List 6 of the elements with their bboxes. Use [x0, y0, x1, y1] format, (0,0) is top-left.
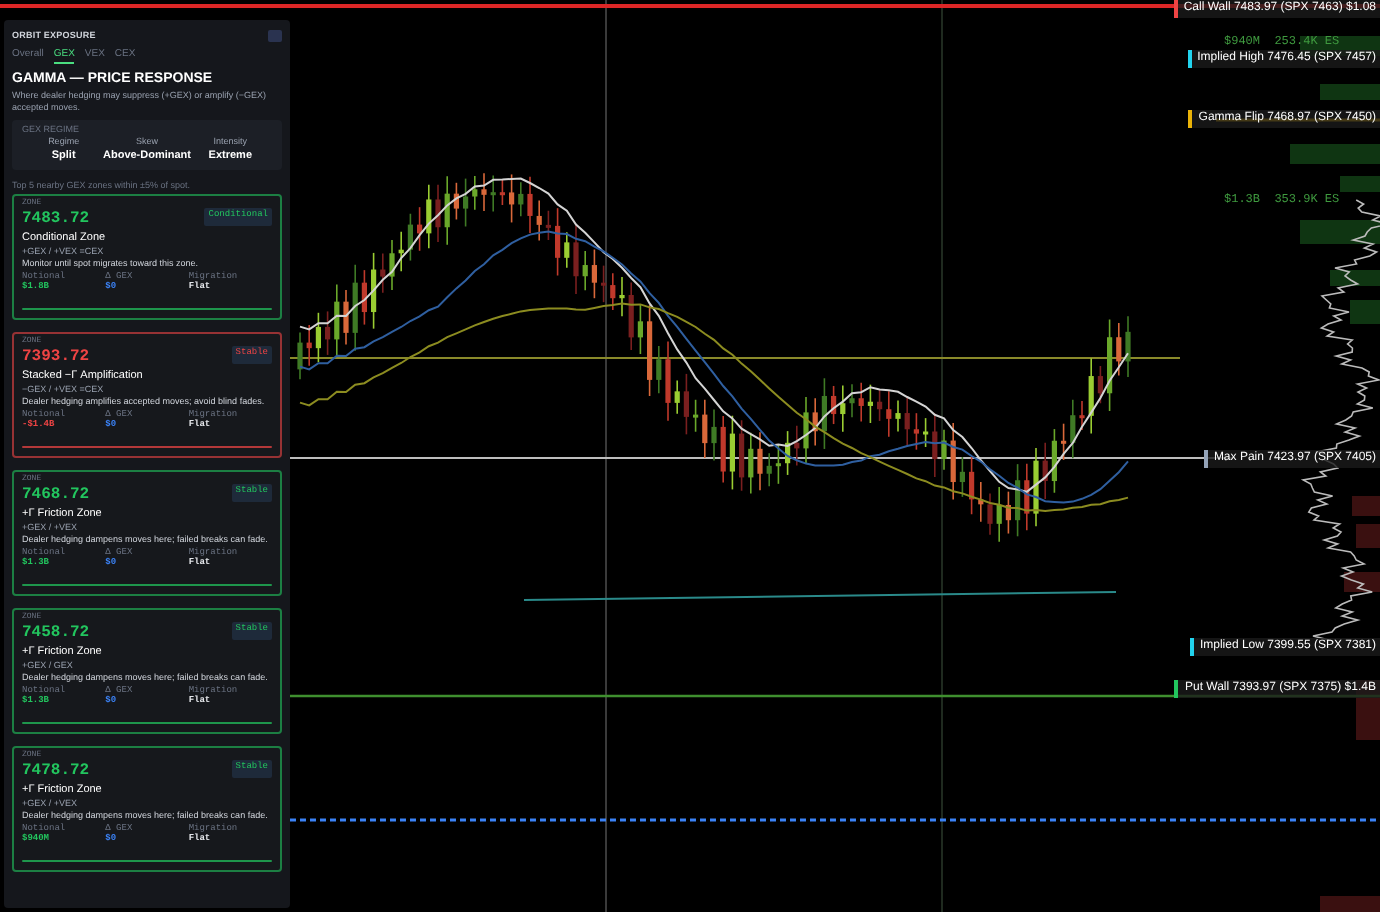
zone-price: 7458.72: [22, 624, 90, 642]
collapse-button[interactable]: [268, 30, 282, 42]
zone-price: 7478.72: [22, 762, 90, 780]
zone-price: 7468.72: [22, 486, 90, 504]
zone-price: 7483.72: [22, 210, 90, 228]
zone-price: 7393.72: [22, 348, 90, 366]
